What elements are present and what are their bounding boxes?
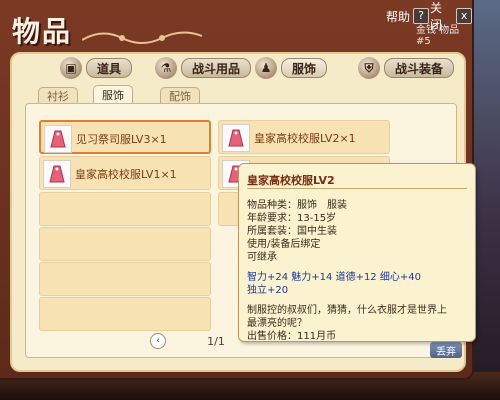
empty-slot[interactable] xyxy=(39,227,211,261)
tooltip-price: 出售价格：111月币 xyxy=(247,331,337,342)
empty-slot[interactable] xyxy=(39,262,211,296)
empty-slot[interactable] xyxy=(39,192,211,226)
category-tab-battle-items[interactable]: ⚗ 战斗用品 xyxy=(155,57,252,79)
status-caption: 金钱 物品 #5 xyxy=(416,25,460,47)
item-label: 皇家高校校服LV2×1 xyxy=(254,132,356,145)
potion-icon: ⚗ xyxy=(155,57,177,79)
armor-icon: ⛨ xyxy=(358,57,380,79)
category-tab-items[interactable]: ▣ 道具 xyxy=(60,57,133,79)
item-slot[interactable]: 见习祭司服LV3×1 xyxy=(39,120,211,154)
tooltip-stats: 独立+20 xyxy=(247,285,289,296)
tooltip-title: 皇家高校校服LV2 xyxy=(247,174,335,187)
category-tab-clothing[interactable]: ♟ 服饰 xyxy=(255,57,328,79)
discard-button[interactable]: 丢弃 xyxy=(430,342,462,358)
category-label: 战斗装备 xyxy=(384,58,455,78)
category-label: 道具 xyxy=(86,58,133,78)
dress-icon xyxy=(44,125,72,153)
category-label: 战斗用品 xyxy=(181,58,252,78)
dress-icon xyxy=(222,124,250,152)
category-label: 服饰 xyxy=(281,58,328,78)
help-label: 帮助 xyxy=(386,9,411,24)
window-title: 物品 xyxy=(12,15,73,48)
subtab-accessories[interactable]: 配饰 xyxy=(160,87,200,104)
item-tooltip: 皇家高校校服LV2 物品种类：服饰 服装 年龄要求：13-15岁 所属套装：国中… xyxy=(238,163,476,342)
clothes-icon: ♟ xyxy=(255,57,277,79)
page-indicator: 1/1 xyxy=(207,334,225,348)
prev-page-button[interactable]: ‹ xyxy=(150,333,166,349)
item-label: 见习祭司服LV3×1 xyxy=(76,133,167,146)
subtab-shirts[interactable]: 衬衫 xyxy=(38,87,78,104)
tooltip-line: 可继承 xyxy=(247,252,277,263)
dress-icon xyxy=(43,160,71,188)
category-tab-battle-gear[interactable]: ⛨ 战斗装备 xyxy=(358,57,455,79)
item-slot[interactable]: 皇家高校校服LV2×1 xyxy=(218,120,390,154)
item-slot[interactable]: 皇家高校校服LV1×1 xyxy=(39,156,211,190)
empty-slot[interactable] xyxy=(39,297,211,331)
item-label: 皇家高校校服LV1×1 xyxy=(75,168,177,181)
inventory-screen: 物品 帮助 ? 关闭 x 金钱 物品 #5 ▣ 道具 ⚗ 战斗用品 ♟ 服饰 ⛨ xyxy=(0,0,500,400)
tooltip-divider xyxy=(247,188,467,189)
title-ornament xyxy=(82,31,203,44)
chest-icon: ▣ xyxy=(60,57,82,79)
subtab-clothing[interactable]: 服饰 xyxy=(93,85,133,104)
